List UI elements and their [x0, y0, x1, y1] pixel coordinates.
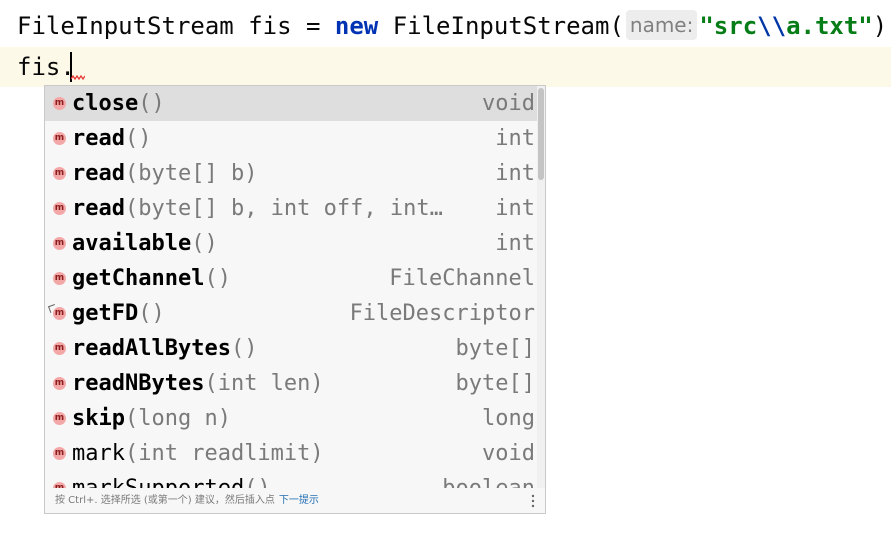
return-type: byte[]: [455, 336, 535, 361]
return-type: int: [495, 161, 535, 186]
method-icon: m: [53, 412, 66, 425]
completion-item[interactable]: m readNBytes(int len) byte[]: [45, 366, 537, 401]
method-params: (): [138, 301, 165, 326]
completion-item[interactable]: m readAllBytes() byte[]: [45, 331, 537, 366]
completion-item[interactable]: m getChannel() FileChannel: [45, 261, 537, 296]
method-icon: m: [53, 377, 66, 390]
method-icon: m: [53, 307, 66, 320]
return-type: long: [482, 406, 535, 431]
return-type: int: [495, 126, 535, 151]
code-line-1[interactable]: FileInputStream fis = new FileInputStrea…: [0, 6, 891, 46]
method-name: markSupported: [72, 476, 244, 488]
completion-item-label: readNBytes(int len): [72, 366, 324, 401]
method-icon: m: [53, 342, 66, 355]
completion-item[interactable]: m close() void: [45, 86, 537, 121]
completion-item[interactable]: m getFD() FileDescriptor: [45, 296, 537, 331]
method-name: read: [72, 161, 125, 186]
completion-footer: 按 Ctrl+. 选择所选 (或第一个) 建议，然后插入点 下一提示: [45, 488, 545, 513]
method-params: (int len): [204, 371, 324, 396]
code-line-2-current[interactable]: fis.: [0, 47, 891, 87]
return-type: void: [482, 91, 535, 116]
method-params: (): [244, 476, 271, 488]
completion-item-label: skip(long n): [72, 401, 231, 436]
return-type: int: [495, 231, 535, 256]
completion-item[interactable]: m available() int: [45, 226, 537, 261]
completion-item-label: readAllBytes(): [72, 331, 257, 366]
method-name: getFD: [72, 301, 139, 326]
completion-item[interactable]: mmarkSupported()boolean: [45, 471, 537, 488]
method-name: skip: [72, 406, 125, 431]
completion-item[interactable]: m mark(int readlimit) void: [45, 436, 537, 471]
completion-item-label: close(): [72, 86, 165, 121]
method-icon: m: [53, 237, 66, 250]
completion-item[interactable]: m read(byte[] b, int off, int… int: [45, 191, 537, 226]
string-literal-close: a.txt": [786, 12, 873, 40]
method-params: (): [204, 266, 231, 291]
code-text: FileInputStream(: [378, 12, 624, 40]
keyword-new: new: [334, 12, 379, 40]
method-icon: m: [53, 132, 66, 145]
return-type: FileDescriptor: [349, 301, 535, 326]
method-params: (byte[] b, int off, int…: [124, 196, 443, 221]
return-type: void: [482, 441, 535, 466]
method-name: readAllBytes: [72, 336, 231, 361]
scrollbar-thumb[interactable]: [538, 88, 544, 180]
method-params: (): [124, 126, 152, 151]
method-icon: m: [53, 97, 66, 110]
completion-item[interactable]: m read() int: [45, 121, 537, 156]
method-name: close: [72, 91, 139, 116]
completion-item-label: markSupported(): [72, 471, 271, 488]
completion-item[interactable]: m read(byte[] b) int: [45, 156, 537, 191]
method-name: mark: [72, 441, 125, 466]
code-completion-popup[interactable]: m close() void m read() int m read(byte[] b) int…: [44, 85, 546, 514]
return-type: boolean: [442, 471, 535, 488]
code-text: fis.: [17, 53, 75, 81]
method-params: (byte[] b): [124, 161, 258, 186]
string-escape: \\: [757, 12, 787, 40]
completion-scrollbar[interactable]: [537, 86, 545, 488]
completion-item-label: read(byte[] b, int off, int…: [72, 191, 443, 226]
return-type: byte[]: [455, 371, 535, 396]
method-name: read: [72, 126, 125, 151]
completion-item-label: read(): [72, 121, 151, 156]
return-type: FileChannel: [389, 266, 535, 291]
method-name: available: [72, 231, 192, 256]
method-params: (): [191, 231, 218, 256]
method-name: read: [72, 196, 125, 221]
more-options-icon[interactable]: [531, 494, 535, 508]
completion-item[interactable]: m skip(long n) long: [45, 401, 537, 436]
code-text: FileInputStream fis =: [17, 12, 335, 40]
method-params: (): [138, 91, 165, 116]
completion-list[interactable]: m close() void m read() int m read(byte[] b) int…: [45, 86, 537, 488]
completion-item-label: read(byte[] b): [72, 156, 257, 191]
footer-hint: 按 Ctrl+. 选择所选 (或第一个) 建议，然后插入点: [55, 495, 275, 506]
method-name: getChannel: [72, 266, 205, 291]
completion-item-label: getChannel(): [72, 261, 231, 296]
completion-item-label: mark(int readlimit): [72, 436, 324, 471]
method-icon: m: [53, 447, 66, 460]
return-type: int: [495, 196, 535, 221]
method-name: readNBytes: [72, 371, 205, 396]
method-params: (int readlimit): [124, 441, 324, 466]
string-literal-open: "src: [699, 12, 758, 40]
parameter-name-hint: name:: [625, 10, 698, 40]
method-icon: m: [53, 272, 66, 285]
method-icon: m: [53, 167, 66, 180]
method-params: (): [230, 336, 258, 361]
next-tip-link[interactable]: 下一提示: [279, 495, 319, 506]
completion-item-label: available(): [72, 226, 218, 261]
method-icon: m: [53, 202, 66, 215]
completion-item-label: getFD(): [72, 296, 165, 331]
error-squiggle-icon: [71, 75, 85, 81]
method-params: (long n): [124, 406, 231, 431]
code-text: );: [872, 12, 891, 40]
